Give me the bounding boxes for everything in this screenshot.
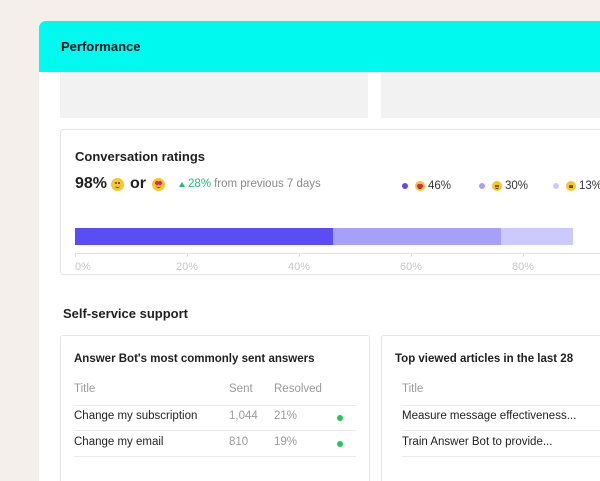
ratings-axis-line [75, 253, 600, 254]
answer-bot-title: Answer Bot's most commonly sent answers [74, 353, 315, 365]
column-header-sent: Sent [229, 383, 253, 395]
headline-percentage: 98% [75, 175, 108, 192]
row-sent: 810 [229, 436, 249, 448]
axis-tick [411, 253, 412, 257]
status-dot-icon [337, 415, 343, 421]
row-divider [402, 456, 600, 457]
ratings-stacked-bar [75, 228, 600, 245]
row-title: Change my email [74, 436, 164, 448]
top-articles-card: Top viewed articles in the last 28 Title… [381, 335, 600, 481]
trend-value: 28% [188, 178, 212, 190]
grin-emoji-icon [492, 181, 502, 191]
axis-tick-label: 60% [400, 261, 423, 273]
row-divider [74, 405, 356, 406]
column-header-title: Title [74, 383, 96, 395]
heart-eyes-emoji-icon [152, 177, 166, 191]
legend-label: 46% [428, 180, 452, 192]
top-articles-title: Top viewed articles in the last 28 [395, 353, 574, 365]
axis-tick-label: 40% [288, 261, 311, 273]
placeholder-card-left [60, 72, 368, 118]
neutral-emoji-icon [566, 181, 576, 191]
axis-tick [299, 253, 300, 257]
legend-label: 13% [579, 180, 600, 192]
answer-bot-card: Answer Bot's most commonly sent answers … [60, 335, 370, 481]
legend-dot [402, 183, 408, 189]
row-divider [74, 430, 356, 431]
legend-label: 30% [505, 180, 529, 192]
bar-segment [332, 228, 501, 245]
heart-eyes-emoji-icon [415, 181, 425, 191]
ratings-headline: 98% or 28% from previous 7 days [75, 175, 321, 193]
or-text: or [130, 175, 147, 192]
axis-tick [75, 253, 76, 257]
row-resolved: 21% [274, 410, 298, 422]
trend-indicator: 28% from previous 7 days [179, 178, 321, 190]
axis-tick [187, 253, 188, 257]
legend-item-neutral: 13% [553, 180, 600, 192]
legend-item-grin: 30% [479, 180, 528, 192]
axis-tick-label: 20% [176, 261, 199, 273]
column-header-resolved: Resolved [274, 383, 322, 395]
axis-tick-label: 0% [75, 261, 91, 273]
article-row-title[interactable]: Train Answer Bot to provide... [402, 436, 552, 448]
row-divider [402, 430, 600, 431]
row-title: Change my subscription [74, 410, 198, 422]
row-sent: 1,044 [229, 410, 258, 422]
row-resolved: 19% [274, 436, 298, 448]
row-divider [74, 456, 356, 457]
article-row-title[interactable]: Measure message effectiveness... [402, 410, 576, 422]
trend-up-icon [179, 181, 186, 187]
self-service-title: Self-service support [63, 306, 188, 321]
axis-tick-label: 80% [512, 261, 535, 273]
performance-panel: Performance Conversation ratings 98% or … [39, 21, 600, 481]
bar-segment [75, 228, 333, 245]
column-header-title: Title [402, 383, 424, 395]
status-dot-icon [337, 441, 343, 447]
panel-title: Performance [61, 39, 141, 54]
trend-suffix: from previous 7 days [214, 178, 321, 190]
row-divider [402, 405, 600, 406]
legend-dot [479, 183, 485, 189]
legend-dot [553, 183, 559, 189]
bar-segment [500, 228, 574, 245]
axis-tick [523, 253, 524, 257]
panel-header: Performance [39, 21, 600, 72]
grin-emoji-icon [111, 177, 125, 191]
ratings-title: Conversation ratings [75, 149, 206, 164]
legend-item-heart-eyes: 46% [402, 180, 451, 192]
placeholder-card-right [381, 72, 600, 118]
conversation-ratings-card: Conversation ratings 98% or 28% from pre… [60, 129, 600, 275]
